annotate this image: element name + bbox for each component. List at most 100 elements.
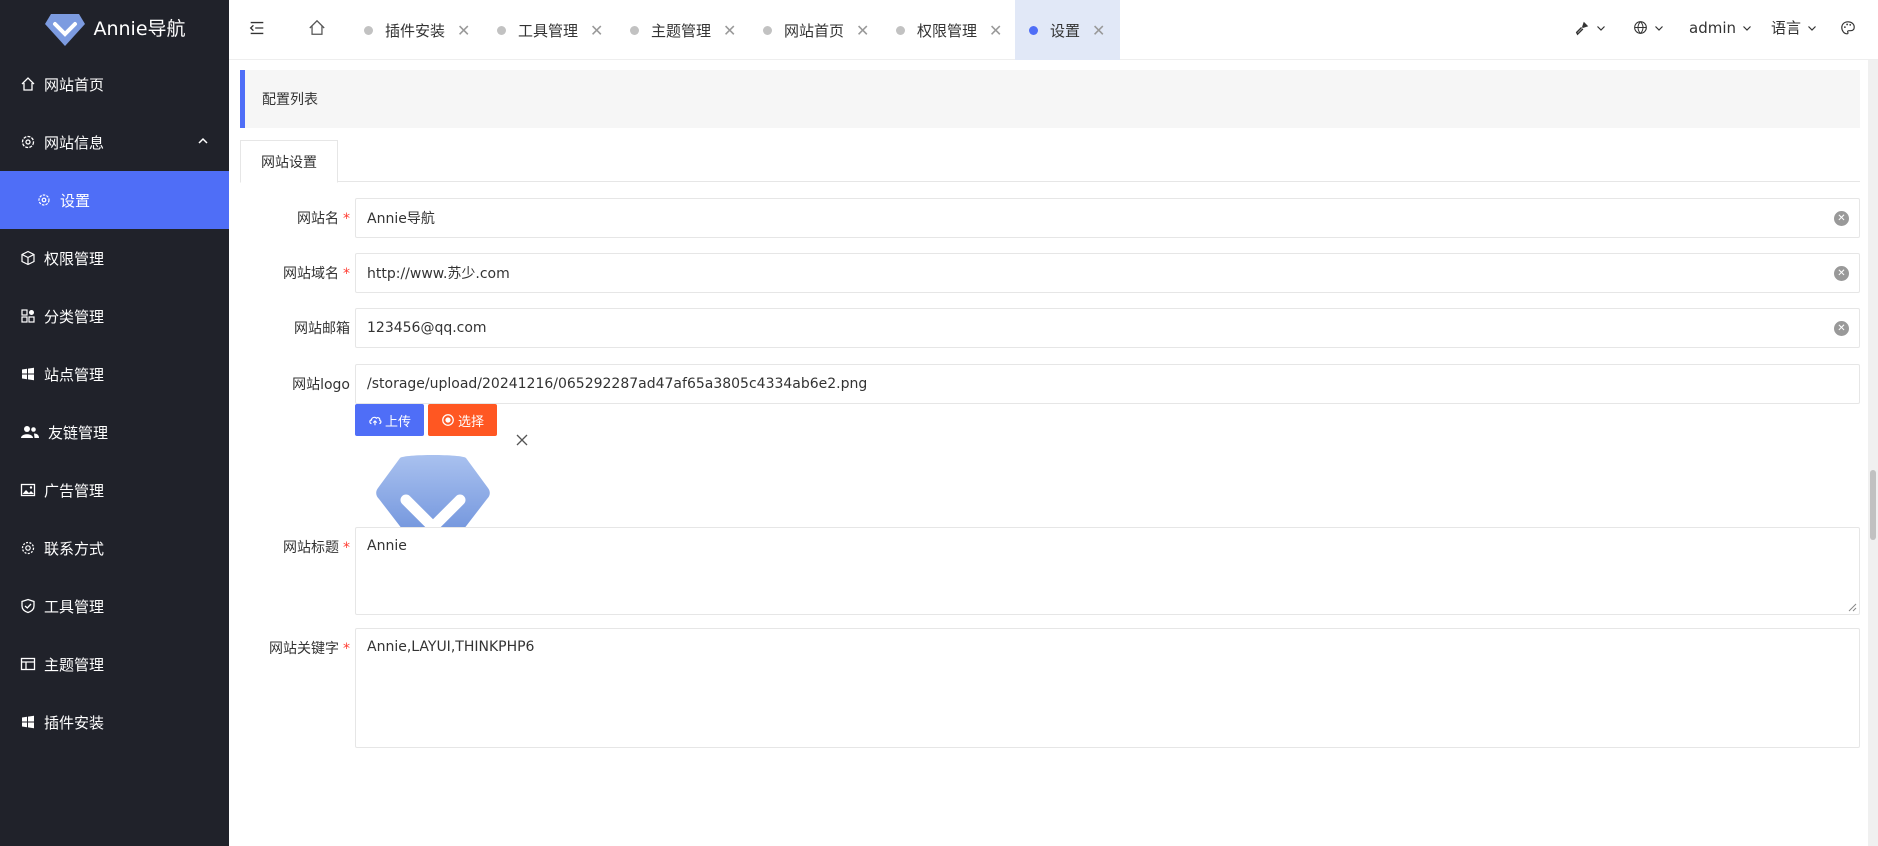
sidebar-item-ads[interactable]: 广告管理 [0,461,229,519]
sidebar-item-label: 权限管理 [44,249,105,268]
label-text: 网站邮箱 [294,321,350,337]
sidebar-item-site-info[interactable]: 网站信息 [0,113,229,171]
textarea-value: Annie,LAYUI,THINKPHP6 [367,639,535,655]
close-icon[interactable]: ✕ [723,21,736,40]
resize-handle-icon[interactable] [1847,602,1857,612]
windows-icon [20,366,36,382]
clear-icon[interactable]: ✕ [1834,266,1849,281]
sidebar-item-themes[interactable]: 主题管理 [0,635,229,693]
form-row-site-keywords: 网站关键字 * Annie,LAYUI,THINKPHP6 [240,628,1860,748]
brand-logo-icon [45,13,86,46]
chevron-down-icon [1743,25,1751,31]
close-icon[interactable]: ✕ [1092,21,1105,40]
chevron-up-icon [198,137,208,144]
sidebar-item-contact[interactable]: 联系方式 [0,519,229,577]
field-label: 网站标题 * [240,537,350,557]
tab-site-settings[interactable]: 网站设置 [240,140,338,183]
tab-status-dot [896,25,905,35]
sidebar-item-settings[interactable]: 设置 [0,171,229,229]
tab-status-dot [630,25,639,35]
remove-image-icon[interactable] [514,432,530,448]
sidebar-item-label: 主题管理 [44,655,105,674]
select-button[interactable]: 选择 [428,404,497,436]
site-dropdown[interactable] [1633,0,1664,55]
clean-cache-dropdown[interactable] [1574,0,1606,55]
layout-icon [20,656,36,672]
tab-label: 主题管理 [651,21,712,40]
sidebar-item-label: 联系方式 [44,539,105,558]
language-dropdown[interactable]: 语言 [1771,0,1817,55]
tab-status-dot [497,25,506,35]
theme-palette-button[interactable] [1840,0,1856,55]
user-dropdown[interactable]: admin [1689,0,1752,55]
clear-icon[interactable]: ✕ [1834,211,1849,226]
vertical-scrollbar[interactable] [1868,60,1878,846]
field-label: 网站关键字 * [240,638,350,658]
button-label: 上传 [384,414,411,430]
sidebar-item-label: 站点管理 [44,365,105,384]
site-keywords-textarea[interactable]: Annie,LAYUI,THINKPHP6 [355,628,1860,748]
topbar: 插件安装 ✕ 工具管理 ✕ 主题管理 ✕ 网站首页 ✕ 权限管理 ✕ 设置 ✕ … [229,0,1878,60]
upload-button[interactable]: 上传 [355,404,424,436]
users-icon [20,424,40,440]
tab-status-dot [364,25,373,35]
sidebar-item-label: 广告管理 [44,481,105,500]
chevron-down-icon [1597,25,1605,31]
brand-logo[interactable]: Annie导航 [0,0,229,55]
sidebar-item-tools[interactable]: 工具管理 [0,577,229,635]
image-icon [20,482,36,498]
tab-site-home[interactable]: 网站首页 ✕ [749,0,883,60]
radio-target-icon [442,414,454,426]
button-label: 选择 [457,414,484,430]
field-label: 网站logo [240,374,350,394]
input-value: 123456@qq.com [367,320,487,336]
home-tab-icon[interactable] [307,18,327,38]
form-row-site-name: 网站名 * Annie导航 ✕ [240,198,1860,238]
tab-themes[interactable]: 主题管理 ✕ [616,0,750,60]
label-text: 网站logo [292,377,350,393]
close-icon[interactable]: ✕ [856,21,869,40]
site-domain-input[interactable]: http://www.苏少.com ✕ [355,253,1860,293]
tab-label: 网站首页 [784,21,845,40]
palette-icon [1841,20,1855,34]
close-icon[interactable]: ✕ [989,21,1002,40]
sidebar-item-home[interactable]: 网站首页 [0,55,229,113]
tab-tools[interactable]: 工具管理 ✕ [483,0,617,60]
sidebar: Annie导航 网站首页 网站信息 设置 权限管理 分类管理 站点管理 友链管理… [0,0,229,846]
cube-icon [20,250,36,266]
sidebar-item-plugins[interactable]: 插件安装 [0,693,229,751]
tab-settings[interactable]: 设置 ✕ [1015,0,1120,60]
input-value: http://www.苏少.com [367,266,510,282]
sidebar-item-label: 网站首页 [44,75,105,94]
menu-collapse-icon[interactable] [247,18,267,38]
site-name-input[interactable]: Annie导航 ✕ [355,198,1860,238]
brush-icon [1575,21,1589,35]
required-mark: * [343,641,350,657]
close-icon[interactable]: ✕ [590,21,603,40]
main-content: 配置列表 网站设置 网站名 * Annie导航 ✕ 网站域名 * http://ww… [240,60,1860,846]
windows-icon [20,714,36,730]
tab-plugins[interactable]: 插件安装 ✕ [350,0,484,60]
scrollbar-thumb[interactable] [1870,470,1876,540]
close-icon[interactable]: ✕ [457,21,470,40]
required-mark: * [343,540,350,556]
sidebar-item-label: 设置 [60,191,91,210]
label-text: 网站标题 [283,540,339,556]
tab-status-dot [1029,25,1038,35]
tab-label: 设置 [1050,21,1081,40]
chevron-down-icon [1655,25,1663,31]
sidebar-item-categories[interactable]: 分类管理 [0,287,229,345]
site-email-input[interactable]: 123456@qq.com ✕ [355,308,1860,348]
tab-permissions[interactable]: 权限管理 ✕ [882,0,1016,60]
sidebar-item-label: 友链管理 [48,423,109,442]
site-logo-input[interactable]: /storage/upload/20241216/065292287ad47af… [355,364,1860,404]
gear-outline-icon [20,540,36,556]
user-name: admin [1689,18,1736,37]
sidebar-item-permissions[interactable]: 权限管理 [0,229,229,287]
sidebar-item-friend-links[interactable]: 友链管理 [0,403,229,461]
clear-icon[interactable]: ✕ [1834,321,1849,336]
sidebar-item-sites[interactable]: 站点管理 [0,345,229,403]
site-title-textarea[interactable]: Annie [355,527,1860,615]
sidebar-item-label: 分类管理 [44,307,105,326]
field-label: 网站名 * [240,208,350,228]
